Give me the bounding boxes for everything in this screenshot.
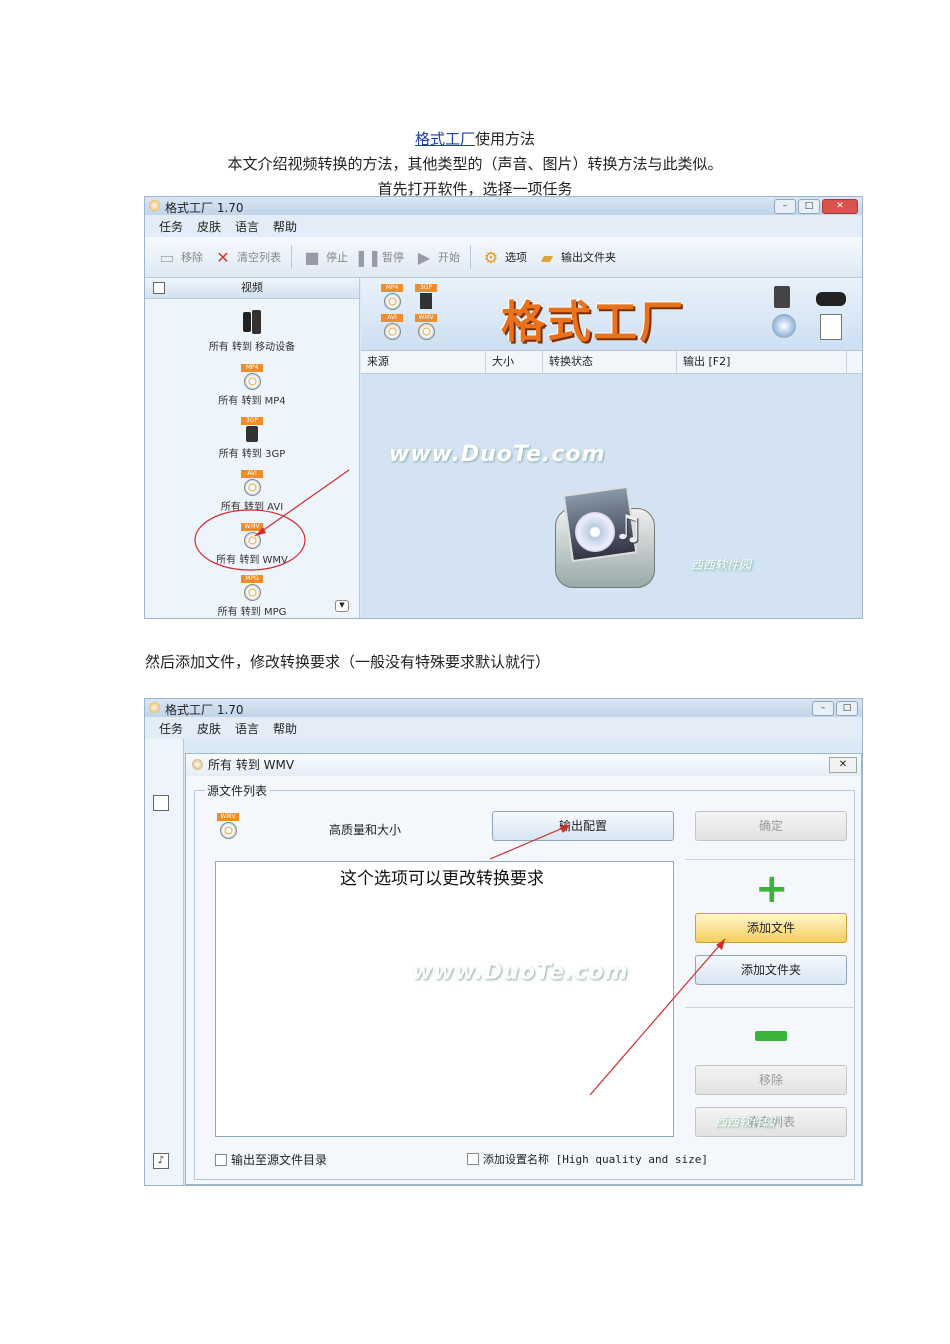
annotation-arrows bbox=[489, 824, 726, 1096]
app-logo: ♫ bbox=[551, 485, 661, 590]
start-icon: ▶ bbox=[417, 247, 431, 267]
col-source[interactable]: 来源 bbox=[361, 351, 486, 373]
annotation-arrow bbox=[254, 469, 350, 537]
folder-icon: ▰ bbox=[540, 247, 554, 267]
arrow-to-add-file bbox=[589, 938, 726, 1096]
arrow-head bbox=[560, 825, 570, 833]
window-title: 格式工厂 1.70 bbox=[165, 201, 244, 215]
arrow-head bbox=[255, 527, 266, 536]
toolbar-separator bbox=[470, 245, 471, 269]
menu-task[interactable]: 任务 bbox=[159, 218, 183, 235]
doc-title: 格式工厂使用方法 bbox=[0, 128, 950, 149]
options-button[interactable]: ⚙ 选项 bbox=[481, 246, 527, 268]
highlight-ellipse bbox=[194, 509, 306, 571]
close-icon[interactable]: ✕ bbox=[822, 199, 858, 214]
watermark: www.DuoTe.com bbox=[389, 442, 606, 467]
site-watermark: 西西软件园 bbox=[691, 558, 752, 572]
col-size[interactable]: 大小 bbox=[486, 351, 543, 373]
clear-icon: ✕ bbox=[216, 247, 230, 267]
sidebar: 视频 所有 转到 移动设备 MP4 所有 转到 MP4 3GP 所有 转到 3G… bbox=[145, 278, 360, 618]
step2-text: 然后添加文件，修改转换要求（一般没有特殊要求默认就行） bbox=[145, 653, 551, 671]
pause-button[interactable]: ❚❚ 暂停 bbox=[354, 246, 404, 268]
intro-text: 本文介绍视频转换的方法，其他类型的（声音、图片）转换方法与此类似。 bbox=[227, 155, 723, 173]
remove-icon: ▭ bbox=[159, 247, 175, 267]
start-button[interactable]: ▶ 开始 bbox=[414, 246, 460, 268]
screenshot-dialog: 格式工厂 1.70 – □ 任务 皮肤 语言 帮助 ♪ 所有 转到 WMV ✕ … bbox=[144, 698, 863, 1186]
minimize-icon[interactable]: – bbox=[774, 199, 796, 214]
menu-bar: 任务 皮肤 语言 帮助 bbox=[145, 215, 862, 237]
toolbar-separator bbox=[291, 245, 292, 269]
clear-list-button[interactable]: ✕ 清空列表 bbox=[213, 246, 281, 268]
screenshot-main-window: 格式工厂 1.70 – □ ✕ 任务 皮肤 语言 帮助 ▭ 移除 ✕ 清空列表 ■ 停… bbox=[144, 196, 863, 619]
arrow-to-output-config bbox=[489, 824, 571, 860]
stop-icon: ■ bbox=[304, 247, 320, 267]
banner-title: 格式工厂 bbox=[501, 297, 685, 348]
main-pane: MP4 3GP AVI WMV 格式工厂 来源 大小 转换状态 输出 [F2] … bbox=[361, 278, 862, 618]
output-folder-button[interactable]: ▰ 输出文件夹 bbox=[537, 246, 616, 268]
gear-icon: ⚙ bbox=[483, 247, 499, 267]
stop-button[interactable]: ■ 停止 bbox=[302, 246, 348, 268]
title-link[interactable]: 格式工厂 bbox=[415, 130, 475, 148]
toolbar: ▭ 移除 ✕ 清空列表 ■ 停止 ❚❚ 暂停 ▶ 开始 ⚙ 选项 ▰ 输出文件夹 bbox=[145, 237, 862, 278]
format-icons-left: MP4 3GP AVI WMV bbox=[381, 284, 441, 344]
app-icon bbox=[149, 200, 160, 211]
pause-icon: ❚❚ bbox=[354, 247, 382, 267]
col-output[interactable]: 输出 [F2] bbox=[677, 351, 847, 373]
window-controls: – □ ✕ bbox=[774, 199, 858, 214]
device-icons-right bbox=[770, 286, 850, 342]
annotation-overlay bbox=[194, 469, 350, 571]
maximize-icon[interactable]: □ bbox=[798, 199, 820, 214]
banner: MP4 3GP AVI WMV 格式工厂 bbox=[361, 278, 862, 350]
title-rest: 使用方法 bbox=[475, 130, 536, 148]
remove-button[interactable]: ▭ 移除 bbox=[157, 246, 203, 268]
task-list-header: 来源 大小 转换状态 输出 [F2] bbox=[361, 350, 862, 374]
col-status[interactable]: 转换状态 bbox=[543, 351, 677, 373]
menu-skin[interactable]: 皮肤 bbox=[197, 218, 221, 235]
title-bar: 格式工厂 1.70 – □ ✕ bbox=[145, 197, 862, 215]
menu-language[interactable]: 语言 bbox=[235, 218, 259, 235]
menu-help[interactable]: 帮助 bbox=[273, 218, 297, 235]
